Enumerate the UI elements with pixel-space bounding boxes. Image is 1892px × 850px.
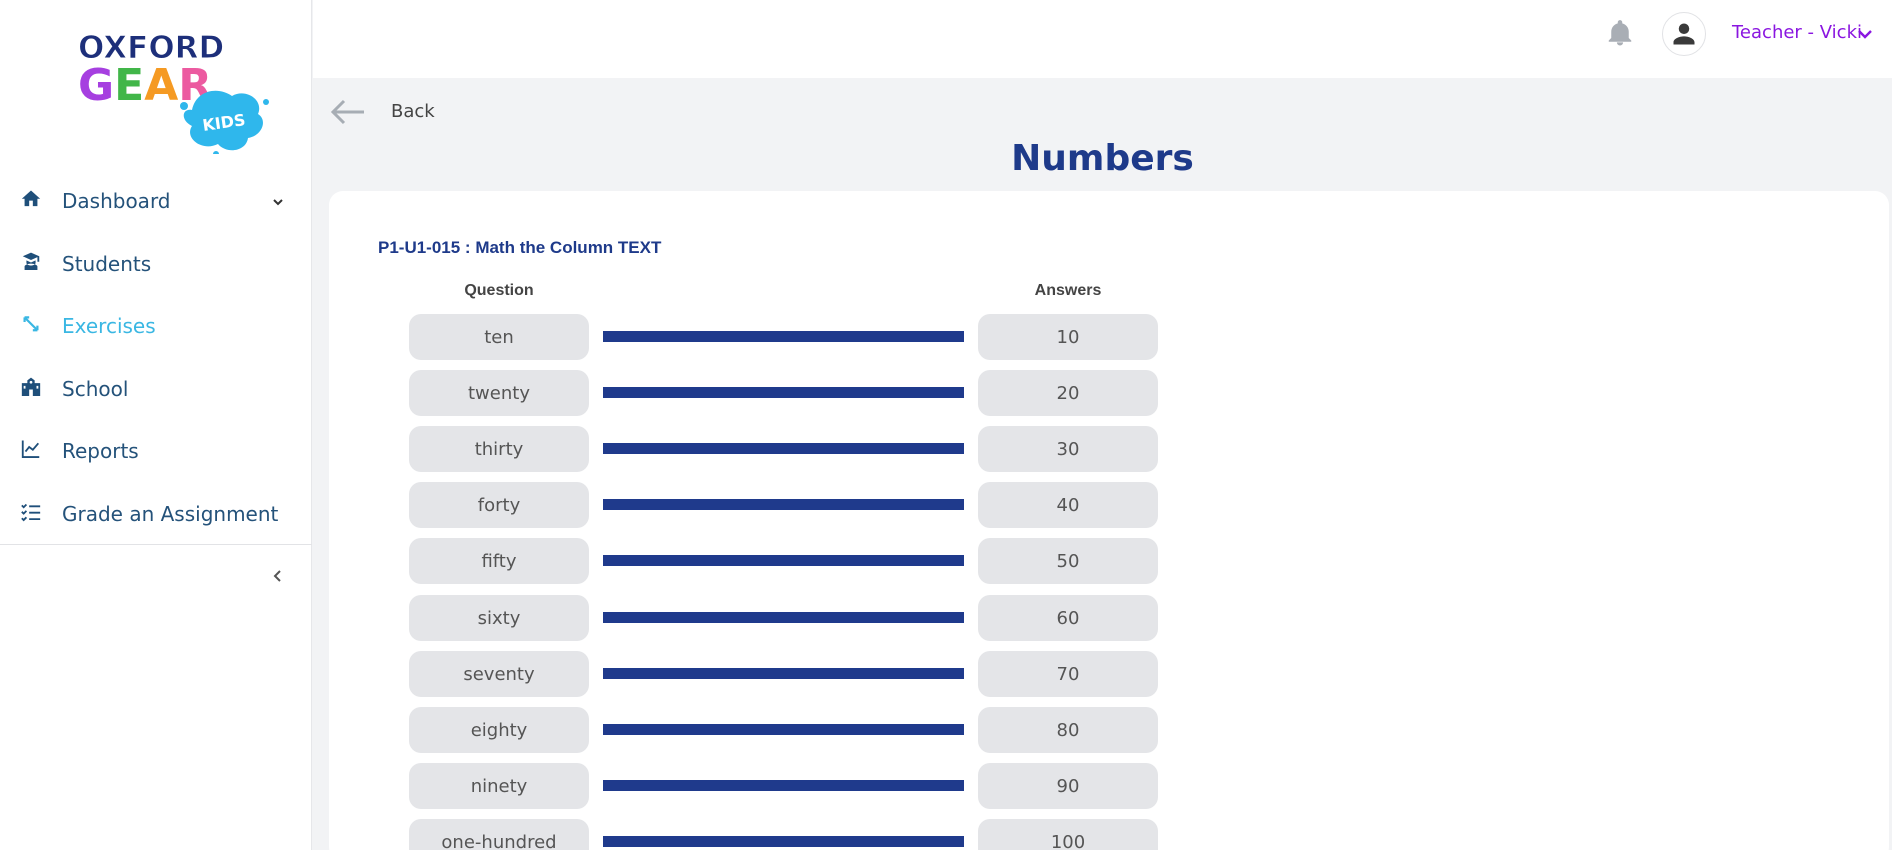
match-row: twenty 20: [409, 370, 1159, 416]
match-connector-line: [603, 499, 964, 510]
avatar[interactable]: [1662, 12, 1706, 56]
question-pill[interactable]: one-hundred: [409, 819, 589, 850]
match-row: one-hundred 100: [409, 819, 1159, 850]
home-icon: [20, 188, 42, 210]
match-row: thirty 30: [409, 426, 1159, 472]
question-pill[interactable]: thirty: [409, 426, 589, 472]
top-header: [313, 0, 1892, 78]
chevron-down-icon[interactable]: [1856, 25, 1874, 43]
sidebar-item-school[interactable]: School: [0, 358, 312, 421]
match-connector-line: [603, 555, 964, 566]
sidebar-item-grade-assignment[interactable]: Grade an Assignment: [0, 483, 312, 546]
question-pill[interactable]: seventy: [409, 651, 589, 697]
answer-pill[interactable]: 100: [978, 819, 1158, 850]
match-row: ninety 90: [409, 763, 1159, 809]
match-connector-line: [603, 724, 964, 735]
match-connector-line: [603, 443, 964, 454]
match-connector-line: [603, 612, 964, 623]
question-column-header: Question: [464, 282, 534, 299]
match-connector-line: [603, 387, 964, 398]
match-connector-line: [603, 331, 964, 342]
match-row: forty 40: [409, 482, 1159, 528]
oxford-gear-kids-logo[interactable]: OXFORD GEAR KIDS: [76, 28, 272, 157]
sidebar-item-label: Reports: [62, 439, 139, 464]
sidebar-divider: [0, 544, 312, 545]
collapse-sidebar-icon[interactable]: [268, 566, 288, 586]
sidebar-item-label: Students: [62, 251, 152, 276]
answer-pill[interactable]: 20: [978, 370, 1158, 416]
match-connector-line: [603, 668, 964, 679]
user-icon: [1673, 23, 1695, 45]
sidebar-item-label: Grade an Assignment: [62, 501, 279, 526]
question-pill[interactable]: eighty: [409, 707, 589, 753]
match-connector-line: [603, 780, 964, 791]
match-row: ten 10: [409, 314, 1159, 360]
answers-column-header: Answers: [1034, 282, 1102, 299]
question-pill[interactable]: ten: [409, 314, 589, 360]
student-icon: [20, 251, 42, 273]
sidebar-item-reports[interactable]: Reports: [0, 420, 312, 483]
chart-line-icon: [20, 438, 42, 460]
bell-icon[interactable]: [1605, 18, 1635, 48]
match-row: sixty 60: [409, 595, 1159, 641]
question-pill[interactable]: sixty: [409, 595, 589, 641]
sidebar-item-exercises[interactable]: Exercises: [0, 295, 312, 358]
sidebar-nav: Dashboard Students Exercises School Repo…: [0, 170, 312, 545]
checklist-icon: [20, 501, 42, 523]
back-link[interactable]: Back: [391, 101, 435, 122]
question-pill[interactable]: twenty: [409, 370, 589, 416]
sidebar: OXFORD GEAR KIDS Dashboard Students Exer…: [0, 0, 312, 850]
answer-pill[interactable]: 70: [978, 651, 1158, 697]
answer-pill[interactable]: 10: [978, 314, 1158, 360]
user-menu-label[interactable]: Teacher - Vicki: [1732, 22, 1862, 43]
sidebar-item-dashboard[interactable]: Dashboard: [0, 170, 312, 233]
sidebar-item-students[interactable]: Students: [0, 233, 312, 296]
page-title: Numbers: [1011, 138, 1194, 179]
answer-pill[interactable]: 40: [978, 482, 1158, 528]
question-pill[interactable]: ninety: [409, 763, 589, 809]
answer-pill[interactable]: 50: [978, 538, 1158, 584]
back-arrow-icon[interactable]: [330, 98, 366, 126]
svg-text:GEAR: GEAR: [78, 60, 212, 111]
match-row: seventy 70: [409, 651, 1159, 697]
question-pill[interactable]: fifty: [409, 538, 589, 584]
sidebar-item-label: Exercises: [62, 314, 156, 339]
sidebar-item-label: Dashboard: [62, 189, 171, 214]
match-row: fifty 50: [409, 538, 1159, 584]
answer-pill[interactable]: 90: [978, 763, 1158, 809]
match-row: eighty 80: [409, 707, 1159, 753]
exercises-icon: [20, 313, 42, 335]
chevron-down-icon[interactable]: [272, 195, 284, 207]
exercise-title: P1-U1-015 : Math the Column TEXT: [378, 238, 662, 257]
answer-pill[interactable]: 30: [978, 426, 1158, 472]
match-connector-line: [603, 836, 964, 847]
question-pill[interactable]: forty: [409, 482, 589, 528]
answer-pill[interactable]: 60: [978, 595, 1158, 641]
sidebar-item-label: School: [62, 376, 129, 401]
answer-pill[interactable]: 80: [978, 707, 1158, 753]
school-icon: [20, 376, 42, 398]
